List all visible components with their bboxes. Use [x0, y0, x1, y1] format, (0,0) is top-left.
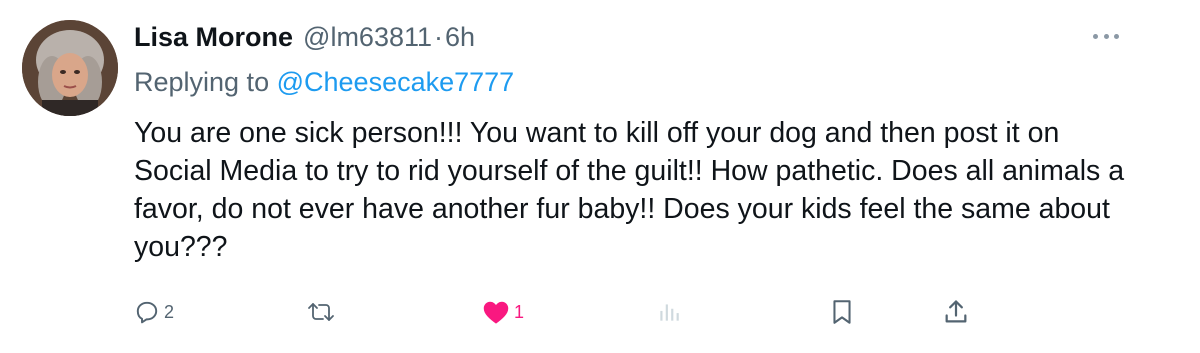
avatar-image [22, 20, 118, 116]
views-button [656, 292, 682, 332]
heart-icon [483, 301, 509, 324]
retweet-button[interactable] [305, 292, 337, 332]
reply-count: 2 [164, 301, 175, 322]
bookmark-button[interactable] [829, 292, 855, 332]
like-count: 1 [514, 301, 525, 322]
bookmark-icon [833, 300, 851, 324]
tweet-header: Lisa Morone @lm63811 · 6h [134, 18, 475, 56]
tweet-text: You are one sick person!!! You want to k… [134, 117, 1125, 263]
author-handle[interactable]: @lm63811 [303, 18, 432, 56]
author-name[interactable]: Lisa Morone [134, 18, 293, 56]
reply-button[interactable]: 2 [134, 292, 174, 332]
replying-to: Replying to @Cheesecake7777 [134, 63, 514, 101]
action-bar: 2 1 [0, 292, 1200, 332]
views-icon [660, 304, 679, 321]
like-button[interactable]: 1 [482, 292, 524, 332]
replying-to-label: Replying to [134, 67, 270, 97]
replying-to-link[interactable]: @Cheesecake7777 [277, 67, 515, 97]
share-icon [945, 300, 967, 323]
share-button[interactable] [942, 292, 970, 332]
more-icon[interactable] [1093, 28, 1119, 44]
separator-dot: · [434, 22, 444, 52]
timestamp[interactable]: 6h [445, 18, 475, 56]
retweet-icon [308, 303, 334, 321]
avatar[interactable] [22, 20, 118, 116]
reply-icon [136, 301, 158, 324]
